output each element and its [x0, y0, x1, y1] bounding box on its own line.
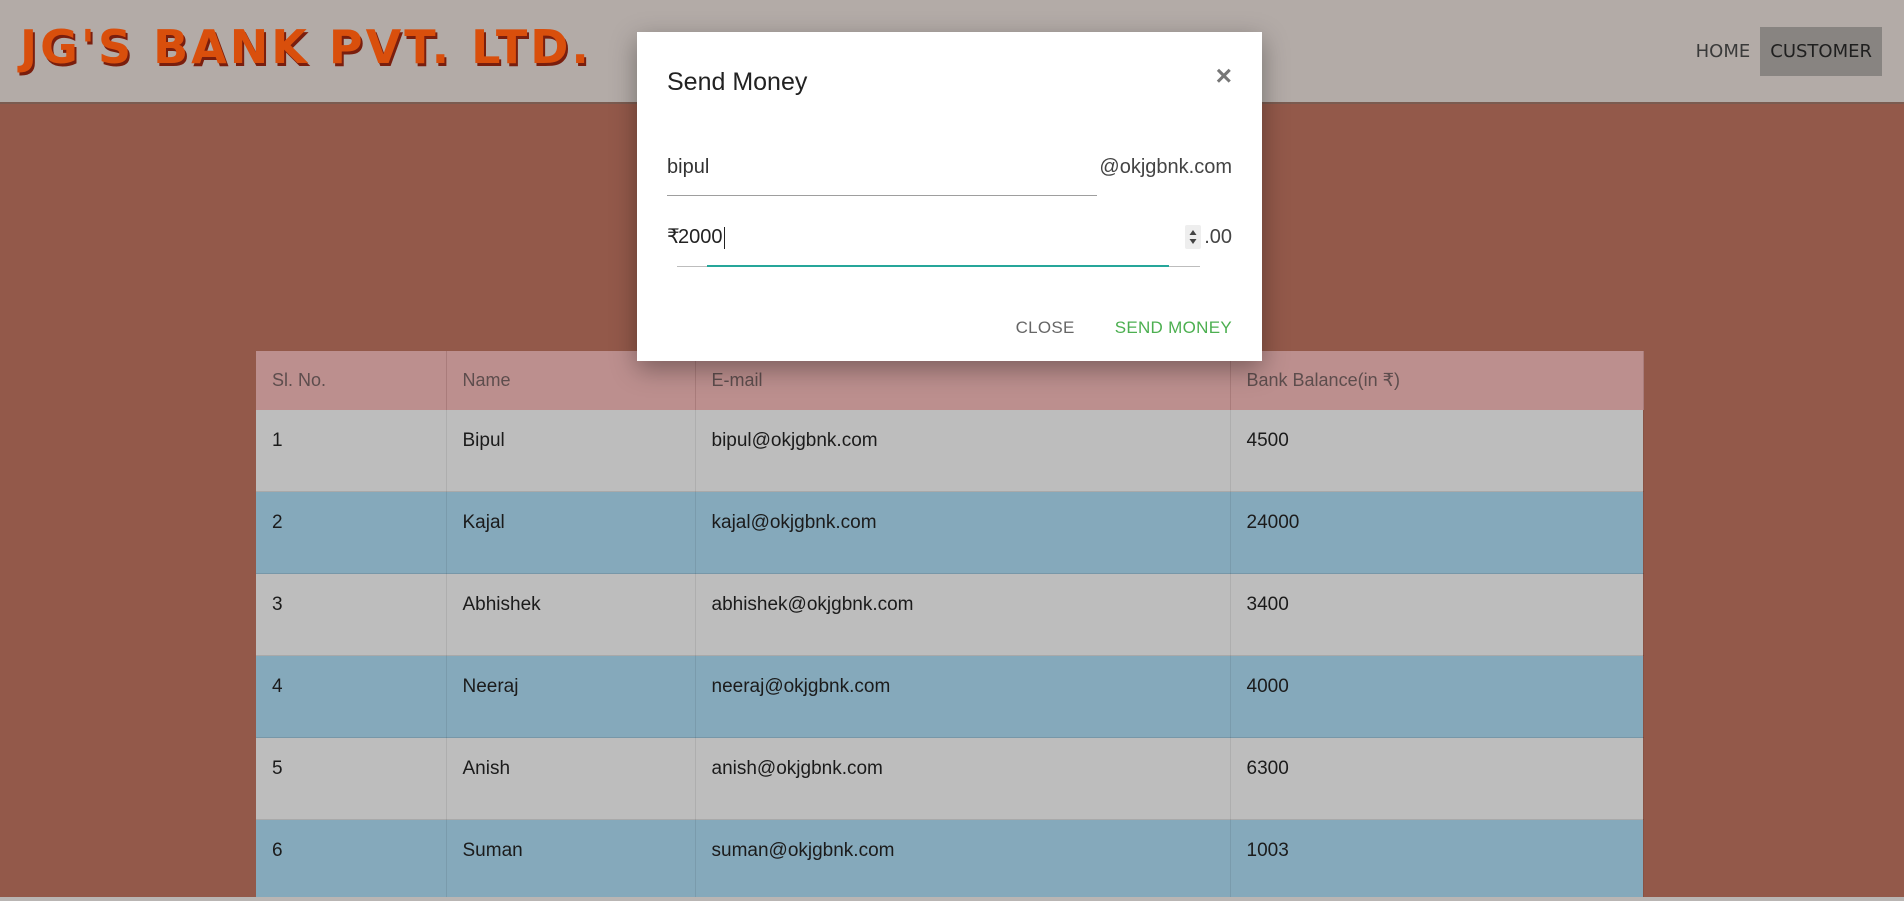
- cell-sl-no: 4: [256, 655, 447, 738]
- cell-name: Suman: [446, 819, 696, 901]
- send-money-modal: Send Money × @okjgbnk.com ₹ 2000 .00 CLO…: [637, 32, 1262, 361]
- amount-field-row: ₹ 2000 .00: [667, 222, 1232, 268]
- table-row[interactable]: 1 Bipul bipul@okjgbnk.com 4500: [256, 410, 1644, 492]
- nav-customer-link[interactable]: CUSTOMER: [1760, 27, 1882, 76]
- cell-email: anish@okjgbnk.com: [695, 737, 1231, 820]
- number-spinner[interactable]: [1185, 225, 1201, 249]
- column-header-balance: Bank Balance(in ₹): [1230, 351, 1644, 410]
- cell-email: kajal@okjgbnk.com: [695, 491, 1231, 574]
- cell-name: Bipul: [446, 410, 696, 492]
- cell-email: bipul@okjgbnk.com: [695, 410, 1231, 492]
- spinner-arrows-icon: [1189, 230, 1197, 244]
- close-icon[interactable]: ×: [1216, 62, 1232, 90]
- cell-sl-no: 6: [256, 819, 447, 901]
- column-header-sl-no: Sl. No.: [256, 351, 447, 410]
- input-focus-underline: [707, 265, 1169, 267]
- main-nav: HOME CUSTOMER: [1686, 27, 1882, 76]
- table-row[interactable]: 2 Kajal kajal@okjgbnk.com 24000: [256, 491, 1644, 574]
- cell-sl-no: 3: [256, 573, 447, 656]
- cell-balance: 4000: [1230, 655, 1644, 738]
- cell-email: suman@okjgbnk.com: [695, 819, 1231, 901]
- modal-footer: CLOSE SEND MONEY: [1016, 318, 1232, 338]
- cell-balance: 1003: [1230, 819, 1644, 901]
- email-domain-suffix: @okjgbnk.com: [1099, 156, 1232, 178]
- cell-email: neeraj@okjgbnk.com: [695, 655, 1231, 738]
- modal-title: Send Money: [667, 68, 808, 96]
- table-row[interactable]: 6 Suman suman@okjgbnk.com 1003: [256, 819, 1644, 901]
- paise-suffix: .00: [1204, 226, 1232, 248]
- customer-table-container: Sl. No. Name E-mail Bank Balance(in ₹) 1…: [256, 351, 1644, 901]
- cell-name: Kajal: [446, 491, 696, 574]
- table-row[interactable]: 4 Neeraj neeraj@okjgbnk.com 4000: [256, 655, 1644, 738]
- cell-sl-no: 2: [256, 491, 447, 574]
- amount-input[interactable]: [677, 222, 1200, 267]
- cell-balance: 4500: [1230, 410, 1644, 492]
- cell-email: abhishek@okjgbnk.com: [695, 573, 1231, 656]
- table-row[interactable]: 5 Anish anish@okjgbnk.com 6300: [256, 737, 1644, 820]
- horizontal-scrollbar[interactable]: [0, 897, 1904, 901]
- customer-table: Sl. No. Name E-mail Bank Balance(in ₹) 1…: [256, 351, 1644, 901]
- cell-balance: 24000: [1230, 491, 1644, 574]
- close-button[interactable]: CLOSE: [1016, 318, 1075, 338]
- recipient-username-input[interactable]: [667, 152, 1097, 196]
- send-money-button[interactable]: SEND MONEY: [1115, 318, 1232, 338]
- cell-name: Neeraj: [446, 655, 696, 738]
- cell-sl-no: 5: [256, 737, 447, 820]
- cell-name: Abhishek: [446, 573, 696, 656]
- brand-logo[interactable]: JG'S BANK PVT. LTD.: [20, 20, 592, 74]
- recipient-field-row: @okjgbnk.com: [667, 152, 1232, 198]
- cell-name: Anish: [446, 737, 696, 820]
- cell-balance: 3400: [1230, 573, 1644, 656]
- table-row[interactable]: 3 Abhishek abhishek@okjgbnk.com 3400: [256, 573, 1644, 656]
- cell-sl-no: 1: [256, 410, 447, 492]
- cell-balance: 6300: [1230, 737, 1644, 820]
- nav-home-link[interactable]: HOME: [1686, 27, 1761, 76]
